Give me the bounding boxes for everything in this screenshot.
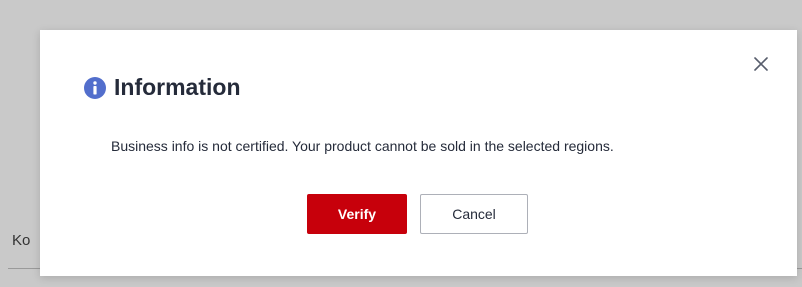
information-dialog: Information Business info is not certifi… bbox=[40, 30, 797, 276]
cancel-button[interactable]: Cancel bbox=[420, 194, 528, 234]
dialog-title: Information bbox=[114, 74, 241, 100]
verify-button[interactable]: Verify bbox=[307, 194, 407, 234]
background-partial-text: Ko bbox=[12, 232, 31, 249]
close-icon bbox=[754, 57, 768, 71]
dialog-header: Information bbox=[84, 74, 241, 101]
dialog-message: Business info is not certified. Your pro… bbox=[111, 138, 614, 154]
info-icon bbox=[84, 76, 106, 99]
close-button[interactable] bbox=[751, 54, 771, 74]
